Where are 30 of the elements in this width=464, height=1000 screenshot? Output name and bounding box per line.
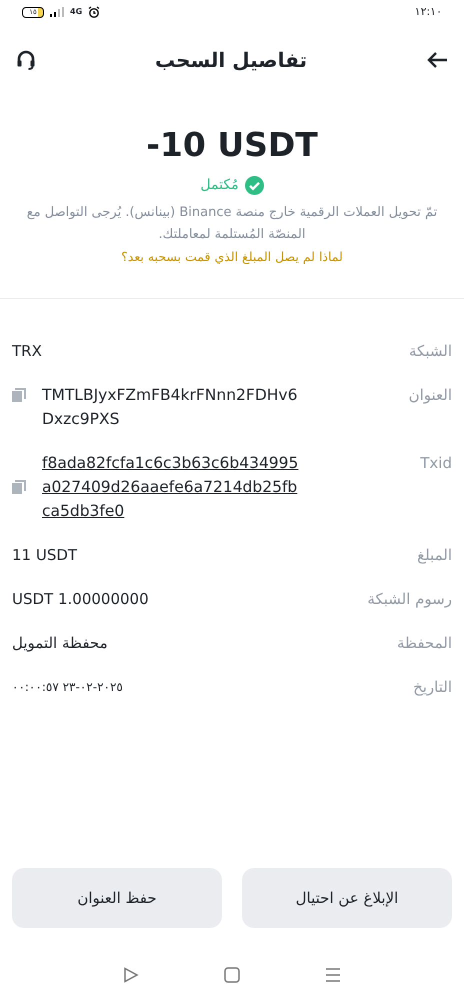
clock-time: ١٢:١٠ <box>414 4 442 20</box>
detail-value: 11 USDT <box>12 545 78 566</box>
detail-label: المبلغ <box>417 545 452 566</box>
txid-link[interactable]: f8ada82fcfa1c6c3b63c6b434995a027409d26aaefe6a7214db25fbca5db3fe0 <box>42 451 304 523</box>
action-button[interactable]: الإبلاغ عن احتيال <box>242 868 452 928</box>
back-arrow-icon[interactable] <box>426 51 448 69</box>
network-type: 4G <box>70 8 82 16</box>
alarm-icon <box>88 6 100 18</box>
status-label: مُكتمل <box>200 176 239 195</box>
detail-value: TRX <box>12 341 42 362</box>
check-circle-icon <box>244 176 264 195</box>
home-nav-icon[interactable] <box>224 967 240 983</box>
detail-label: العنوان <box>408 385 452 406</box>
detail-label: رسوم الشبكة <box>367 589 452 610</box>
detail-label: الشبكة <box>409 341 452 362</box>
detail-value: ٢٠٢٥-٠٢-٢٣ ٠٠:٠٠:٥٧ <box>12 679 123 696</box>
headset-icon[interactable] <box>16 50 36 70</box>
detail-value: USDT 1.00000000 <box>12 589 149 610</box>
action-button[interactable]: حفظ العنوان <box>12 868 222 928</box>
page-title: تفاصيل السحب <box>154 47 308 74</box>
signal-icon <box>50 7 64 17</box>
detail-value: محفظة التمويل <box>12 633 108 654</box>
info-text: تمّ تحويل العملات الرقمية خارج منصة Binance (بينانس). يُرجى التواصل مع المنصّة المُستلمة لمعاملتك. <box>26 204 438 244</box>
back-nav-icon[interactable] <box>122 967 139 983</box>
detail-label: Txid <box>420 453 452 474</box>
withdrawal-amount: -10 USDT <box>146 125 318 165</box>
detail-label: المحفظة <box>396 633 452 654</box>
detail-label: التاريخ <box>413 677 452 698</box>
detail-value: TMTLBJyxFZmFB4krFNnn2FDHv6Dxzc9PXS <box>42 385 298 430</box>
menu-nav-icon[interactable] <box>325 968 342 982</box>
